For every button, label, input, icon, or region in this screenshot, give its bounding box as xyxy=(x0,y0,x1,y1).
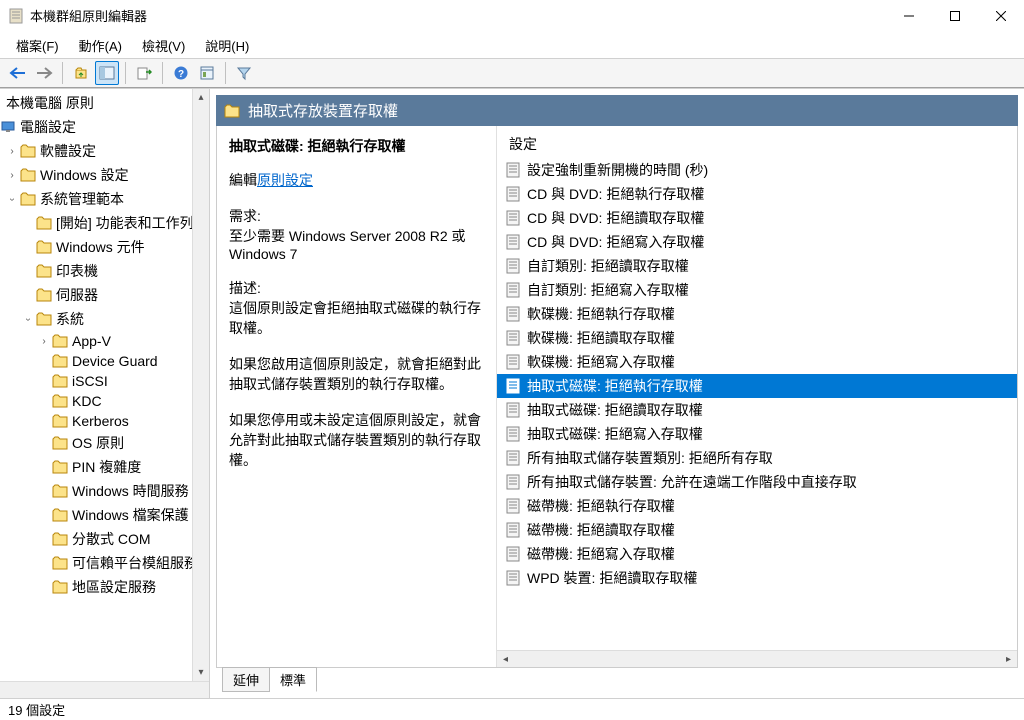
policy-icon xyxy=(505,450,521,466)
tree-hscrollbar[interactable] xyxy=(0,681,209,698)
tree-scroll[interactable]: 本機電腦 原則 電腦設定 ›軟體設定 ›Windows 設定 ›系統管理範本 [… xyxy=(0,89,192,681)
tree-trusted-platform[interactable]: 可信賴平台模組服務 xyxy=(0,551,192,575)
app-icon xyxy=(8,8,24,24)
list-item[interactable]: 磁帶機: 拒絕寫入存取權 xyxy=(497,542,1017,566)
description-column: 抽取式磁碟: 拒絕執行存取權 編輯原則設定 需求:至少需要 Windows Se… xyxy=(217,126,497,667)
tree-win-components[interactable]: Windows 元件 xyxy=(0,235,192,259)
content-area: 本機電腦 原則 電腦設定 ›軟體設定 ›Windows 設定 ›系統管理範本 [… xyxy=(0,88,1024,698)
properties-button[interactable] xyxy=(195,61,219,85)
tree-iscsi[interactable]: iSCSI xyxy=(0,371,192,391)
policy-icon xyxy=(505,546,521,562)
svg-text:?: ? xyxy=(178,69,184,80)
forward-button[interactable] xyxy=(32,61,56,85)
menu-help[interactable]: 說明(H) xyxy=(195,34,259,57)
tree-device-guard[interactable]: Device Guard xyxy=(0,351,192,371)
statusbar: 19 個設定 xyxy=(0,698,1024,720)
up-button[interactable] xyxy=(69,61,93,85)
policy-icon xyxy=(505,162,521,178)
tree-software[interactable]: ›軟體設定 xyxy=(0,139,192,163)
titlebar: 本機群組原則編輯器 xyxy=(0,0,1024,32)
list-item[interactable]: CD 與 DVD: 拒絕寫入存取權 xyxy=(497,230,1017,254)
tree-kerberos[interactable]: Kerberos xyxy=(0,411,192,431)
status-text: 19 個設定 xyxy=(8,700,65,719)
tree-appv[interactable]: ›App-V xyxy=(0,331,192,351)
policy-icon xyxy=(505,258,521,274)
menu-file[interactable]: 檔案(F) xyxy=(6,34,69,57)
tree-locale-services[interactable]: 地區設定服務 xyxy=(0,575,192,599)
policy-icon xyxy=(505,426,521,442)
policy-icon xyxy=(505,522,521,538)
list-item[interactable]: 抽取式磁碟: 拒絕寫入存取權 xyxy=(497,422,1017,446)
filter-button[interactable] xyxy=(232,61,256,85)
list-item[interactable]: 軟碟機: 拒絕執行存取權 xyxy=(497,302,1017,326)
policy-icon xyxy=(505,378,521,394)
policy-icon xyxy=(505,498,521,514)
detail-heading: 抽取式存放裝置存取權 xyxy=(216,95,1018,126)
tree-system[interactable]: ›系統 xyxy=(0,307,192,331)
policy-icon xyxy=(505,570,521,586)
policy-icon xyxy=(505,330,521,346)
setting-title: 抽取式磁碟: 拒絕執行存取權 xyxy=(229,136,484,156)
menu-action[interactable]: 動作(A) xyxy=(69,34,132,57)
policy-icon xyxy=(505,354,521,370)
tree-os-policy[interactable]: OS 原則 xyxy=(0,431,192,455)
settings-list[interactable]: 設定強制重新開機的時間 (秒)CD 與 DVD: 拒絕執行存取權CD 與 DVD… xyxy=(497,158,1017,650)
policy-icon xyxy=(505,474,521,490)
tree-windows-file[interactable]: Windows 檔案保護 xyxy=(0,503,192,527)
tree-pin-complexity[interactable]: PIN 複雜度 xyxy=(0,455,192,479)
policy-icon xyxy=(505,402,521,418)
tab-standard[interactable]: 標準 xyxy=(270,667,317,692)
list-item[interactable]: 磁帶機: 拒絕執行存取權 xyxy=(497,494,1017,518)
list-item[interactable]: WPD 裝置: 拒絕讀取存取權 xyxy=(497,566,1017,590)
list-item[interactable]: 自訂類別: 拒絕寫入存取權 xyxy=(497,278,1017,302)
list-item[interactable]: 抽取式磁碟: 拒絕讀取存取權 xyxy=(497,398,1017,422)
window-title: 本機群組原則編輯器 xyxy=(30,6,886,25)
settings-list-column: 設定 設定強制重新開機的時間 (秒)CD 與 DVD: 拒絕執行存取權CD 與 … xyxy=(497,126,1017,667)
tree-windows-settings[interactable]: ›Windows 設定 xyxy=(0,163,192,187)
toolbar: ? xyxy=(0,58,1024,88)
list-item[interactable]: 所有抽取式儲存裝置: 允許在遠端工作階段中直接存取 xyxy=(497,470,1017,494)
policy-icon xyxy=(505,306,521,322)
policy-icon xyxy=(505,210,521,226)
list-item[interactable]: 磁帶機: 拒絕讀取存取權 xyxy=(497,518,1017,542)
list-hscrollbar[interactable]: ◂▸ xyxy=(497,650,1017,667)
back-button[interactable] xyxy=(6,61,30,85)
close-button[interactable] xyxy=(978,0,1024,32)
policy-icon xyxy=(505,282,521,298)
tree-kdc[interactable]: KDC xyxy=(0,391,192,411)
tree-printers[interactable]: 印表機 xyxy=(0,259,192,283)
list-item[interactable]: 設定強制重新開機的時間 (秒) xyxy=(497,158,1017,182)
list-item[interactable]: CD 與 DVD: 拒絕執行存取權 xyxy=(497,182,1017,206)
export-button[interactable] xyxy=(132,61,156,85)
tree-computer-config[interactable]: 電腦設定 xyxy=(0,115,192,139)
show-hide-tree-button[interactable] xyxy=(95,61,119,85)
tab-extended[interactable]: 延伸 xyxy=(222,667,270,692)
tree-start-menu[interactable]: [開始] 功能表和工作列 xyxy=(0,211,192,235)
minimize-button[interactable] xyxy=(886,0,932,32)
tree-server[interactable]: 伺服器 xyxy=(0,283,192,307)
tree-root[interactable]: 本機電腦 原則 xyxy=(0,91,192,115)
policy-icon xyxy=(505,234,521,250)
column-header-setting[interactable]: 設定 xyxy=(497,126,1017,158)
menubar: 檔案(F) 動作(A) 檢視(V) 說明(H) xyxy=(0,32,1024,58)
policy-icon xyxy=(505,186,521,202)
list-item[interactable]: 軟碟機: 拒絕寫入存取權 xyxy=(497,350,1017,374)
list-item[interactable]: 自訂類別: 拒絕讀取存取權 xyxy=(497,254,1017,278)
detail-pane: 抽取式存放裝置存取權 抽取式磁碟: 拒絕執行存取權 編輯原則設定 需求:至少需要… xyxy=(216,95,1018,692)
help-button[interactable]: ? xyxy=(169,61,193,85)
maximize-button[interactable] xyxy=(932,0,978,32)
list-item[interactable]: 所有抽取式儲存裝置類別: 拒絕所有存取 xyxy=(497,446,1017,470)
tree-windows-time[interactable]: Windows 時間服務 xyxy=(0,479,192,503)
tree-vscrollbar[interactable]: ▴▾ xyxy=(192,89,209,681)
tree-pane: 本機電腦 原則 電腦設定 ›軟體設定 ›Windows 設定 ›系統管理範本 [… xyxy=(0,89,210,698)
view-tabs: 延伸 標準 xyxy=(216,667,1018,692)
list-item[interactable]: 軟碟機: 拒絕讀取存取權 xyxy=(497,326,1017,350)
tree-dcom[interactable]: 分散式 COM xyxy=(0,527,192,551)
edit-policy-link[interactable]: 原則設定 xyxy=(257,172,313,188)
list-item[interactable]: 抽取式磁碟: 拒絕執行存取權 xyxy=(497,374,1017,398)
menu-view[interactable]: 檢視(V) xyxy=(132,34,195,57)
tree-admin-templates[interactable]: ›系統管理範本 xyxy=(0,187,192,211)
list-item[interactable]: CD 與 DVD: 拒絕讀取存取權 xyxy=(497,206,1017,230)
